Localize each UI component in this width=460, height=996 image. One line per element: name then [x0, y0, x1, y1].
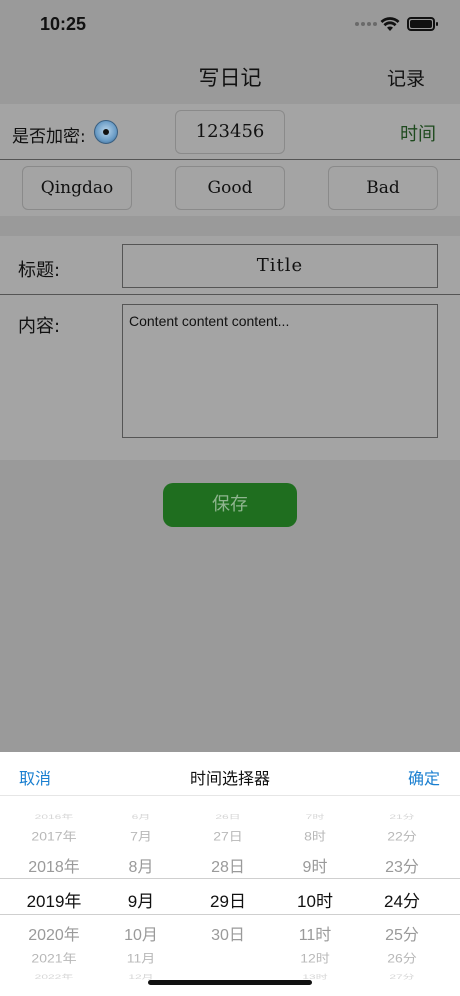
picker-item[interactable]: 26分: [356, 950, 448, 967]
picker-selected-item[interactable]: 29日: [182, 887, 274, 912]
picker-item[interactable]: 25分: [356, 921, 448, 945]
battery-icon: [407, 17, 438, 31]
content-textarea[interactable]: Content content content...: [122, 304, 438, 438]
picker-item[interactable]: 7月: [95, 828, 187, 845]
password-field[interactable]: 123456: [175, 110, 285, 154]
home-indicator: [148, 980, 312, 985]
save-button[interactable]: 保存: [163, 483, 297, 527]
hour-wheel[interactable]: 7时 8时 9时 10时 11时 12时 13时: [269, 802, 361, 996]
picker-selected-item[interactable]: 10时: [269, 887, 361, 912]
month-wheel[interactable]: 6月 7月 8月 9月 10月 11月 12月: [95, 802, 187, 996]
confirm-button[interactable]: 确定: [408, 765, 440, 789]
picker-item[interactable]: 2022年: [8, 972, 100, 981]
nav-bar: 写日记 记录: [0, 50, 460, 102]
location-button[interactable]: Qingdao: [22, 166, 132, 210]
picker-item[interactable]: 2021年: [8, 950, 100, 967]
picker-item[interactable]: 2017年: [8, 828, 100, 845]
signal-icon: [373, 22, 377, 26]
picker-item[interactable]: 27日: [182, 828, 274, 845]
picker-wheels[interactable]: 2016年 2017年 2018年 2019年 2020年 2021年 2022年 6月 7月…: [0, 802, 460, 996]
picker-item[interactable]: 2020年: [8, 921, 100, 945]
signal-icon: [361, 22, 365, 26]
status-bar: 10:25: [0, 0, 460, 50]
picker-selected-item[interactable]: 9月: [95, 887, 187, 912]
picker-item[interactable]: 6月: [95, 812, 187, 821]
picker-item[interactable]: 2016年: [8, 812, 100, 821]
status-time: 10:25: [40, 14, 87, 34]
picker-item[interactable]: 30日: [182, 921, 274, 945]
picker-selected-item[interactable]: 2019年: [8, 887, 100, 912]
bad-label: Bad: [366, 178, 400, 198]
divider: [0, 294, 460, 295]
radio-icon[interactable]: [94, 120, 118, 144]
picker-selected-item[interactable]: 24分: [356, 887, 448, 912]
picker-toolbar: 取消 时间选择器 确定: [0, 752, 460, 796]
encrypt-label: 是否加密:: [12, 127, 86, 147]
picker-item[interactable]: 8时: [269, 828, 361, 845]
location-label: Qingdao: [40, 178, 114, 198]
picker-item[interactable]: 8月: [95, 853, 187, 877]
picker-item[interactable]: 10月: [95, 921, 187, 945]
picker-item[interactable]: 23分: [356, 853, 448, 877]
picker-item[interactable]: 12时: [269, 950, 361, 967]
picker-item[interactable]: 28日: [182, 853, 274, 877]
good-button[interactable]: Good: [175, 166, 285, 210]
password-value: 123456: [195, 121, 265, 142]
content-label: 内容:: [18, 316, 61, 337]
picker-title: 时间选择器: [189, 769, 270, 788]
day-wheel[interactable]: 26日 27日 28日 29日 30日: [182, 802, 274, 996]
section-gap: [0, 216, 460, 236]
picker-item[interactable]: 9时: [269, 853, 361, 877]
picker-item[interactable]: 11时: [269, 921, 361, 945]
bad-button[interactable]: Bad: [328, 166, 438, 210]
picker-item[interactable]: 22分: [356, 828, 448, 845]
title-input[interactable]: Title: [122, 244, 438, 288]
picker-item[interactable]: 27分: [356, 972, 448, 981]
signal-icon: [367, 22, 371, 26]
records-button[interactable]: 记录: [387, 64, 425, 91]
picker-item[interactable]: 11月: [95, 950, 187, 967]
signal-icon: [355, 22, 359, 26]
minute-wheel[interactable]: 21分 22分 23分 24分 25分 26分 27分: [356, 802, 448, 996]
picker-item[interactable]: 2018年: [8, 853, 100, 877]
time-button[interactable]: 时间: [400, 120, 436, 146]
title-label: 标题:: [18, 260, 61, 281]
picker-item[interactable]: 7时: [269, 812, 361, 821]
wifi-icon: [380, 17, 400, 31]
year-wheel[interactable]: 2016年 2017年 2018年 2019年 2020年 2021年 2022年: [8, 802, 100, 996]
time-picker-sheet: 取消 时间选择器 确定 2016年 2017年 2018年 2019年 2020年 202…: [0, 752, 460, 996]
good-label: Good: [207, 178, 253, 198]
picker-item[interactable]: 21分: [356, 812, 448, 821]
picker-item[interactable]: 26日: [182, 812, 274, 821]
diary-form: 标题: Title 内容: Content content content...: [0, 236, 460, 460]
